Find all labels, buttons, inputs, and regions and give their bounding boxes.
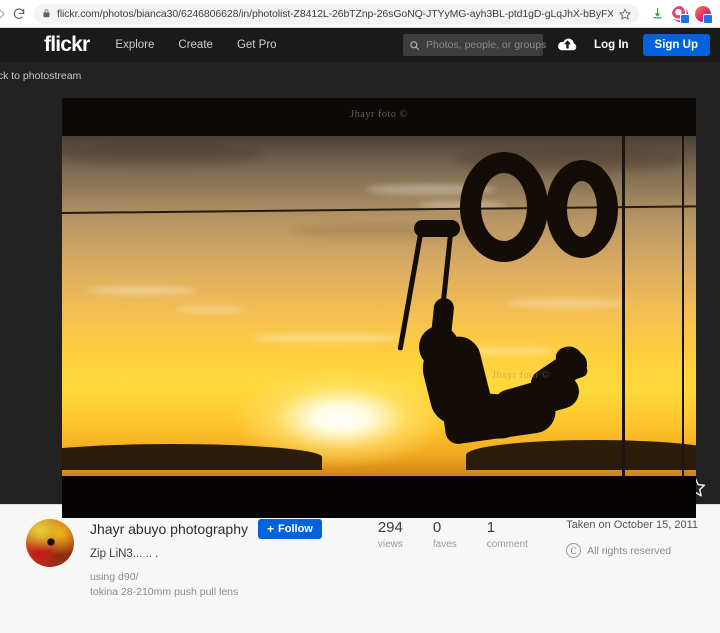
photo-viewer[interactable]: Jhayr foto © Jhayr foto © [62,98,696,518]
photo-letterbox-bottom [62,476,696,518]
photo-description: using d90/ tokina 28-210mm push pull len… [90,570,322,600]
views-count: 294 [377,519,403,536]
signup-button[interactable]: Sign Up [642,34,710,56]
header-actions: Photos, people, or groups Log In Sign Up [403,34,710,56]
plus-icon: + [267,522,275,536]
license-text: All rights reserved [587,544,672,557]
photo-info-bar: Jhayr abuyo photography + Follow Zip LiN… [0,504,720,633]
back-to-photostream-link[interactable]: ack to photostream [0,70,81,82]
photo-tire-right [546,160,618,258]
search-icon [409,40,420,51]
follow-button-label: Follow [278,523,313,535]
owner-details: Jhayr abuyo photography + Follow Zip LiN… [90,519,322,633]
photo-horizon-right [466,440,696,470]
owner-avatar[interactable] [26,519,74,567]
nav-explore[interactable]: Explore [115,39,154,51]
url-text: flickr.com/photos/bianca30/6246806628/in… [57,7,613,20]
stat-comments: 1 comment [487,519,528,633]
follow-button[interactable]: + Follow [258,519,322,539]
star-outline-icon[interactable] [619,8,631,20]
flickr-logo[interactable]: flickr [44,33,90,57]
stat-faves: 0 faves [433,519,457,633]
cloud-upload-icon[interactable] [557,37,578,53]
nav-create[interactable]: Create [178,39,213,51]
license-row[interactable]: C All rights reserved [566,543,698,558]
download-arrow-icon[interactable] [646,3,668,25]
extension-icon-2[interactable] [692,3,714,25]
comments-label: comment [486,539,528,550]
address-bar[interactable]: flickr.com/photos/bianca30/6246806628/in… [34,3,639,24]
taken-date: Taken on October 15, 2011 [566,519,698,531]
photo-page: ack to photostream Jhayr foto © Jhayr fo… [0,62,720,518]
stat-views: 294 views [378,519,403,633]
photo-tire-left [460,152,548,262]
copyright-icon: C [566,543,582,558]
photo-child-hair [460,391,526,441]
nav-get-pro[interactable]: Get Pro [237,39,277,51]
faves-label: faves [432,539,457,550]
reload-icon[interactable] [8,3,30,25]
comments-count: 1 [486,519,496,536]
search-placeholder: Photos, people, or groups [426,39,547,51]
views-label: views [377,539,403,550]
description-line-2: tokina 28-210mm push pull lens [90,586,239,598]
photo-pole-far-right [682,136,684,476]
site-header: flickr Explore Create Get Pro Photos, pe… [0,28,720,62]
watermark-top: Jhayr foto © [350,109,408,120]
photo-stats: 294 views 0 faves 1 comment [378,519,528,633]
lock-icon [42,8,51,19]
extension-icon-1[interactable] [669,3,691,25]
description-line-1: using d90/ [90,571,139,583]
forward-arrow-icon[interactable] [0,3,8,25]
search-input[interactable]: Photos, people, or groups [403,34,547,56]
photo-pole-right [622,136,625,476]
faves-count: 0 [432,519,442,536]
photo-meta: Taken on October 15, 2011 C All rights r… [566,519,704,633]
photo-title: Zip LiN3... .. . [90,548,159,560]
owner-name[interactable]: Jhayr abuyo photography [90,521,248,537]
login-link[interactable]: Log In [594,39,629,51]
owner-row: Jhayr abuyo photography + Follow [90,519,322,539]
photo-horizon-left [62,444,322,470]
watermark-middle: Jhayr foto © [492,370,550,381]
browser-toolbar: flickr.com/photos/bianca30/6246806628/in… [0,0,720,28]
